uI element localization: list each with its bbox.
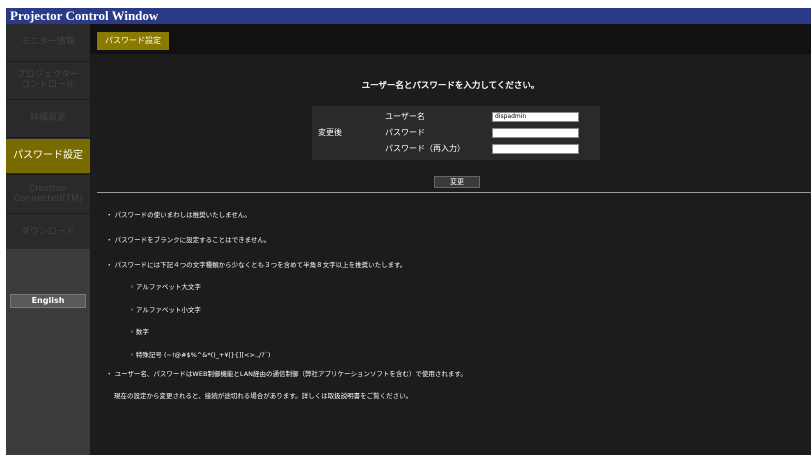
form-heading: ユーザー名とパスワードを入力してください。 bbox=[361, 81, 540, 91]
section-divider bbox=[97, 192, 811, 193]
change-button[interactable]: 変更 bbox=[434, 176, 480, 188]
sidebar-item-label: モニター情報 bbox=[20, 37, 75, 47]
password-confirm-label: パスワード（再入力） bbox=[385, 144, 465, 153]
sidebar-divider bbox=[6, 174, 90, 175]
note-lowercase: ◦ アルファベット小文字 bbox=[130, 306, 201, 314]
note-no-reuse: ・ パスワードの使いまわしは推奨いたしません。 bbox=[106, 211, 251, 219]
sidebar: モニター情報 プロジェクター コントロール 詳細設定 パスワード設定 Crest… bbox=[6, 24, 90, 455]
tab-bar: パスワード設定 bbox=[90, 24, 811, 54]
sidebar-footer bbox=[6, 249, 90, 455]
note-complexity: ・ パスワードには下記４つの文字種類から少なくとも３つを含めて半角８文字以上を推… bbox=[106, 261, 407, 269]
password-label: パスワード bbox=[385, 128, 425, 137]
tab-password-settings[interactable]: パスワード設定 bbox=[97, 32, 169, 50]
sidebar-item-label: Crestron Connected(TM) bbox=[13, 184, 83, 204]
sidebar-item-label: プロジェクター コントロール bbox=[16, 70, 80, 90]
sidebar-item-detailed-settings[interactable]: 詳細設定 bbox=[6, 100, 90, 136]
password-form: 変更後 ユーザー名 dispadmin パスワード パスワード（再入力） bbox=[312, 106, 600, 160]
password-confirm-field[interactable] bbox=[492, 144, 579, 154]
username-field[interactable]: dispadmin bbox=[492, 112, 579, 122]
note-usage: ・ ユーザー名、パスワードはWEB制御機能とLAN経由の通信制御（弊社アプリケー… bbox=[106, 370, 467, 378]
note-uppercase: ◦ アルファベット大文字 bbox=[130, 283, 201, 291]
app-window: モニター情報 プロジェクター コントロール 詳細設定 パスワード設定 Crest… bbox=[6, 24, 811, 455]
note-no-blank: ・ パスワードをブランクに設定することはできません。 bbox=[106, 236, 271, 244]
sidebar-item-label: ダウンロード bbox=[20, 227, 75, 237]
main-content: パスワード設定 ユーザー名とパスワードを入力してください。 変更後 ユーザー名 … bbox=[90, 24, 811, 455]
sidebar-item-download[interactable]: ダウンロード bbox=[6, 214, 90, 250]
password-field[interactable] bbox=[492, 128, 579, 138]
sidebar-item-monitor-info[interactable]: モニター情報 bbox=[6, 24, 90, 60]
section-label: 変更後 bbox=[318, 128, 342, 137]
username-label: ユーザー名 bbox=[385, 112, 425, 121]
sidebar-item-crestron[interactable]: Crestron Connected(TM) bbox=[6, 176, 90, 212]
english-language-button[interactable]: English bbox=[10, 294, 86, 308]
note-digits: ◦ 数字 bbox=[130, 328, 149, 336]
sidebar-item-projector-control[interactable]: プロジェクター コントロール bbox=[6, 62, 90, 98]
sidebar-divider bbox=[6, 137, 90, 138]
sidebar-item-label: 詳細設定 bbox=[29, 113, 66, 123]
note-connection-warning: 現在の設定から変更されると、接続が途切れる場合があります。詳しくは取扱説明書をご… bbox=[114, 392, 413, 400]
note-special-chars: ◦ 特殊記号 (~!@#$%^&*()_+¥|}{][<>.,/?`) bbox=[130, 351, 271, 359]
window-title: Projector Control Window bbox=[6, 8, 811, 24]
sidebar-item-password-settings[interactable]: パスワード設定 bbox=[6, 139, 90, 173]
sidebar-item-label: パスワード設定 bbox=[13, 150, 83, 161]
